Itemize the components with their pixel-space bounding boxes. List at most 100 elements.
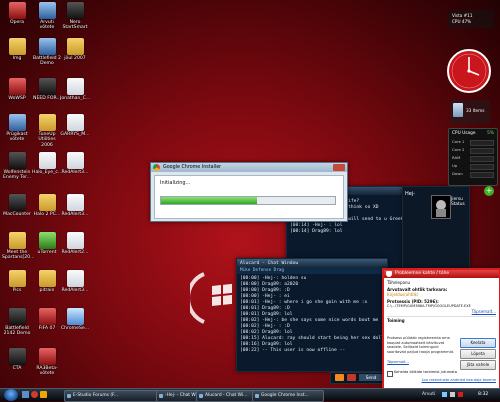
- desktop-icon[interactable]: Img: [2, 38, 32, 61]
- cpu-meter-row: RAM: [452, 155, 494, 163]
- desktop-icon-image: [8, 270, 26, 287]
- remember-checkbox[interactable]: [387, 371, 393, 377]
- security-alert-popup[interactable]: Probleemne kahte / tõhe Tähelepanu Arvut…: [382, 268, 500, 390]
- desktop-icon-label: Battlefield 2142 Demo: [3, 326, 31, 337]
- chat-main-titlebar[interactable]: Alucard - Chat Window: [237, 259, 387, 268]
- contact-panel[interactable]: Hej- Jiersu Status: [402, 186, 470, 276]
- desktop-icon[interactable]: WoWSP: [2, 78, 32, 101]
- desktop-icon[interactable]: MacCounter: [2, 194, 32, 217]
- gadget-add-button[interactable]: +: [484, 186, 494, 196]
- orange-action-button[interactable]: [335, 374, 344, 381]
- media-icon[interactable]: [40, 391, 47, 398]
- security-tray-icon[interactable]: [458, 392, 463, 397]
- desktop-icon[interactable]: jõul 2007: [60, 38, 90, 61]
- desktop-icon[interactable]: uTorrent: [32, 232, 62, 255]
- system-tray-icons[interactable]: [442, 392, 472, 398]
- desktop-icon-label: RedAlert2...: [61, 250, 89, 255]
- installer-titlebar[interactable]: Google Chrome Installer: [151, 163, 347, 172]
- installer-progress-fill: [161, 197, 257, 204]
- desktop-icon[interactable]: RedAlert3...: [60, 270, 90, 293]
- cpu-meter-gadget[interactable]: CPU Usage 5% Core 1 Core 2 RAM Up Down: [448, 128, 498, 186]
- desktop-icon[interactable]: Battlefield 2 Demo: [32, 38, 62, 67]
- alert-description-link[interactable]: Täpsemalt...: [387, 360, 409, 364]
- desktop-icon[interactable]: Jonathan_C...: [60, 78, 90, 101]
- taskbar-button[interactable]: E-Studio Forums (F...: [64, 390, 162, 402]
- desktop-icon-image: [8, 194, 26, 211]
- installer-progress-bar: [160, 196, 336, 205]
- alert-footer-link[interactable]: Loo rakenduste andmed kasutaja taseme: [422, 378, 496, 382]
- block-button[interactable]: Lõpeta: [460, 349, 496, 359]
- alert-section2-link[interactable]: Täpsemalt...: [387, 309, 496, 314]
- chat-toolbar[interactable]: Send: [330, 372, 388, 384]
- sidebar-top-gadget[interactable]: Vista #11 CPU 47%: [448, 10, 494, 28]
- desktop-icon[interactable]: Halo 2 PC...: [32, 194, 62, 217]
- taskbar-button[interactable]: Google Chrome Inst...: [252, 390, 324, 402]
- desktop-icon[interactable]: Opera: [2, 2, 32, 25]
- taskbar-button[interactable]: Alucard - Chat Wi...: [196, 390, 260, 402]
- cpu-meter-row: Down: [452, 171, 494, 179]
- desktop-icon[interactable]: FIFA 07: [32, 308, 62, 331]
- installer-title: Google Chrome Installer: [163, 165, 222, 170]
- remember-checkbox-label: Kohelda kõikide tarbimist jutumata: [394, 370, 457, 374]
- desktop-icon[interactable]: pitrain: [32, 270, 62, 293]
- start-button[interactable]: [4, 389, 18, 401]
- chat-window-main[interactable]: Alucard - Chat Window Mike Defense Drag …: [236, 258, 406, 372]
- desktop-icon-image: [38, 38, 56, 55]
- desktop-icon-label: NEED FOR...: [33, 96, 61, 101]
- desktop-icon-image: [66, 38, 84, 55]
- desktop-icon-label: Img: [12, 56, 22, 61]
- clock-gadget[interactable]: [446, 48, 492, 94]
- network-icon[interactable]: [442, 392, 447, 397]
- desktop-icon[interactable]: RedAlert3...: [60, 152, 90, 175]
- alert-titlebar[interactable]: Probleemne kahte / tõhe: [384, 270, 499, 278]
- desktop-icon-label: Meet the Spartans[20...: [2, 250, 35, 261]
- alert-title: Probleemne kahte / tõhe: [395, 271, 450, 276]
- desktop-icon[interactable]: Halo_Eye_c...: [32, 152, 62, 175]
- chrome-installer-window[interactable]: Google Chrome Installer Initializing...: [150, 162, 348, 222]
- browser-icon[interactable]: [31, 391, 38, 398]
- send-button[interactable]: Send: [359, 374, 383, 381]
- desktop-icon[interactable]: Arvuti võtete: [32, 2, 62, 31]
- desktop-icon[interactable]: Pics: [2, 270, 32, 293]
- desktop-icon-image: [38, 78, 56, 95]
- show-desktop-icon[interactable]: [22, 391, 29, 398]
- desktop-icon[interactable]: RedAlert2...: [60, 232, 90, 255]
- chat-main-title: Alucard - Chat Window: [240, 261, 299, 266]
- desktop-icon[interactable]: RedAlert3...: [60, 194, 90, 217]
- ignore-button[interactable]: Jäta vahele: [460, 360, 496, 370]
- alert-section1-link[interactable]: Kirjeldus(ohtlik): [387, 292, 496, 297]
- cpu-meter-row-label: Core 1: [452, 139, 465, 144]
- recycle-bin-gadget[interactable]: 33 Items: [450, 100, 490, 124]
- taskbar-clock[interactable]: 8:32: [478, 389, 488, 401]
- desktop-icon[interactable]: Battlefield 2142 Demo: [2, 308, 32, 337]
- desktop-icon[interactable]: GARRYS_M...: [60, 114, 90, 137]
- cpu-meter-row-label: RAM: [452, 155, 461, 160]
- desktop-icon[interactable]: NEED FOR...: [32, 78, 62, 101]
- desktop-icon-image: [66, 114, 84, 131]
- desktop-icon[interactable]: ChromeSe...: [60, 308, 90, 331]
- volume-icon[interactable]: [450, 392, 455, 397]
- desktop-icon-label: pitrain: [39, 288, 55, 293]
- recycle-bin-label: 33 Items: [466, 108, 485, 113]
- desktop-icon[interactable]: CTA: [2, 348, 32, 371]
- desktop-icon-image: [8, 348, 26, 365]
- desktop-icon-image: [38, 348, 56, 365]
- desktop-icon-label: uTorrent: [37, 250, 57, 255]
- desktop-icon[interactable]: Meet the Spartans[20...: [2, 232, 35, 261]
- desktop-icon-label: Halo 2 PC...: [33, 212, 61, 217]
- desktop-icon[interactable]: TuneUp Utilities 2006: [32, 114, 62, 148]
- desktop-icon[interactable]: Prügikast võtete: [2, 114, 32, 143]
- cpu-meter-title: CPU Usage: [452, 131, 476, 136]
- allow-button[interactable]: Keelata: [460, 338, 496, 348]
- taskbar: E-Studio Forums (F...-Hej- - Chat Window…: [0, 388, 500, 402]
- red-action-button[interactable]: [347, 374, 356, 381]
- desktop-icon-image: [38, 194, 56, 211]
- tray-label[interactable]: Arvuti: [422, 389, 435, 401]
- desktop-icon[interactable]: RA3Beta- võtete: [32, 348, 62, 377]
- desktop-icon[interactable]: Nero StartSmart: [60, 2, 90, 31]
- alert-section3-title: Toiming: [387, 316, 496, 323]
- desktop-icon-image: [66, 232, 84, 249]
- quick-launch[interactable]: [22, 391, 52, 399]
- close-icon[interactable]: [333, 164, 345, 171]
- desktop-icon[interactable]: Wolfenstein Enemy Ter...: [2, 152, 32, 181]
